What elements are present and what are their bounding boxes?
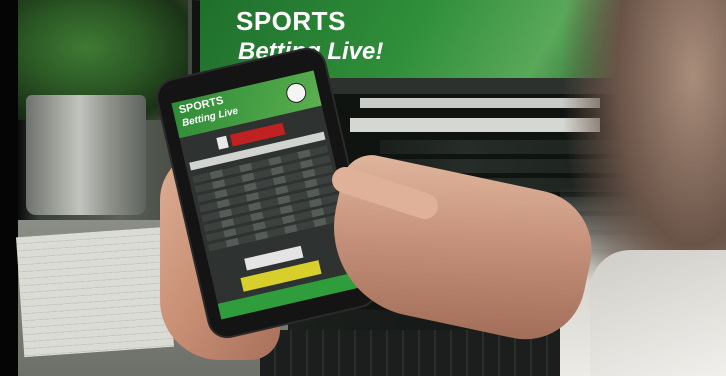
- newspaper-pile: [15, 226, 175, 358]
- phone-screen: SPORTS Betting Live: [171, 70, 364, 320]
- white-shirt: [590, 250, 726, 376]
- team-crest-icon: [216, 135, 229, 150]
- metal-plant-pot: [26, 95, 146, 215]
- monitor-headline-sports: SPORTS: [236, 6, 346, 36]
- black-frame-edge: [0, 0, 18, 376]
- photo-scene: SPORTS Betting Live! SPORTS Betting Live: [0, 0, 726, 376]
